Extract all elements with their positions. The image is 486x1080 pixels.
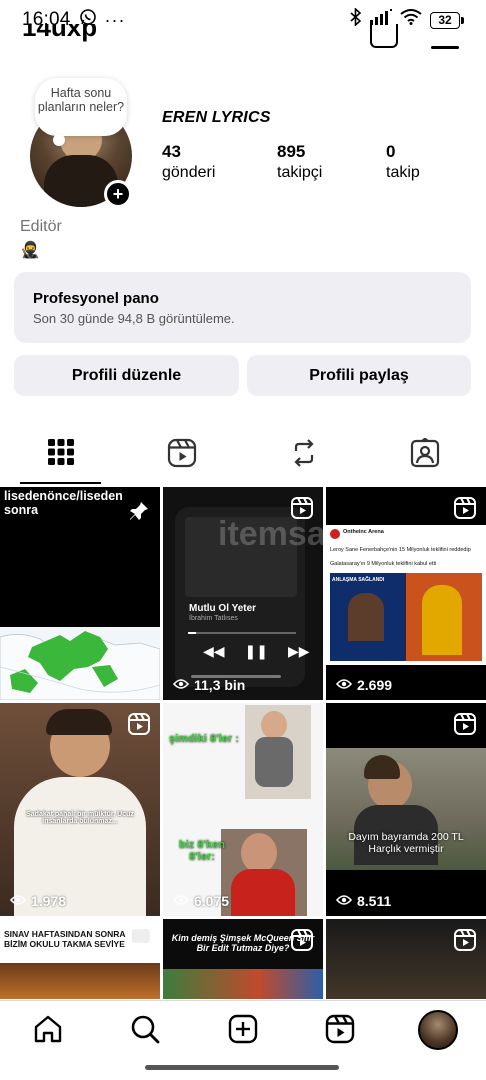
posts-grid: lisedenönce/liseden sonra Mutlu Ol Yeter… bbox=[0, 487, 486, 999]
add-story-icon[interactable]: + bbox=[104, 180, 132, 208]
repost-icon bbox=[132, 929, 150, 943]
create-post-icon[interactable] bbox=[370, 24, 398, 48]
nav-create[interactable] bbox=[225, 1013, 261, 1049]
tab-reposts[interactable] bbox=[243, 430, 364, 484]
nav-home[interactable] bbox=[30, 1013, 66, 1049]
reel-icon bbox=[291, 929, 313, 951]
post-2[interactable]: Mutlu Ol Yeter İbrahim Tatlıses ◀◀ ❚❚ ▶▶… bbox=[163, 487, 323, 700]
post-8[interactable]: Kim demiş Şimşek McQueen Sıfır Bir Edit … bbox=[163, 919, 323, 999]
watermark: itemsa bbox=[218, 515, 323, 553]
profile-tabs bbox=[0, 430, 486, 486]
post-3-views-count: 2.699 bbox=[357, 677, 393, 693]
stat-following-value: 0 bbox=[386, 142, 396, 161]
post-7-caption: SINAV HAFTASINDAN SONRA BİZİM OKULU TAKM… bbox=[4, 929, 126, 949]
profile-category: Editör bbox=[20, 218, 62, 235]
stat-followers[interactable]: 895 takipçi bbox=[277, 142, 322, 184]
pin-icon bbox=[128, 500, 150, 527]
views-eye-icon bbox=[172, 677, 190, 693]
display-name: EREN LYRICS bbox=[162, 109, 271, 126]
stat-following-label: takip bbox=[386, 164, 420, 181]
note-bubble[interactable]: Hafta sonu planların neler? bbox=[35, 78, 127, 146]
post-5-caption-top: şimdiki 8'ler : bbox=[169, 733, 239, 745]
search-icon bbox=[130, 1014, 160, 1049]
post-7[interactable]: SINAV HAFTASINDAN SONRA BİZİM OKULU TAKM… bbox=[0, 919, 160, 999]
forward-icon: ▶▶ bbox=[288, 643, 310, 659]
post-1-map bbox=[0, 627, 160, 700]
post-1[interactable]: lisedenönce/liseden sonra bbox=[0, 487, 160, 700]
post-2-views-count: 11,3 bin bbox=[194, 677, 246, 693]
reels-icon bbox=[167, 438, 197, 473]
stat-following[interactable]: 0 takip bbox=[386, 142, 420, 184]
post-2-artist: İbrahim Tatlıses bbox=[189, 615, 238, 622]
post-5[interactable]: şimdiki 8'ler : biz 8'ken 8'ler: 6.075 bbox=[163, 703, 323, 916]
bio-emoji: 🥷 bbox=[20, 242, 40, 259]
active-tab-indicator bbox=[20, 482, 101, 484]
profile-header: 14uxp bbox=[0, 24, 486, 54]
post-6-views: 8.511 bbox=[335, 893, 392, 909]
post-2-views: 11,3 bin bbox=[172, 677, 246, 693]
nav-reels[interactable] bbox=[322, 1013, 358, 1049]
menu-icon[interactable] bbox=[431, 46, 459, 49]
professional-dashboard-title: Profesyonel pano bbox=[33, 290, 159, 307]
reposts-icon bbox=[289, 438, 319, 473]
reel-icon bbox=[454, 497, 476, 519]
post-4[interactable]: Sadakat pahalı bir mülktür, Ucuz insanla… bbox=[0, 703, 160, 916]
post-3-headline1: Leroy Sane Fenerbahçe'nin 15 Milyonluk t… bbox=[330, 547, 471, 553]
tab-reels[interactable] bbox=[121, 430, 242, 484]
create-icon bbox=[228, 1014, 258, 1049]
post-4-views-count: 1.978 bbox=[31, 893, 67, 909]
stat-posts[interactable]: 43 gönderi bbox=[162, 142, 215, 184]
pause-icon: ❚❚ bbox=[244, 643, 269, 659]
post-5-views-count: 6.075 bbox=[194, 893, 230, 909]
views-eye-icon bbox=[9, 893, 27, 909]
post-2-song: Mutlu Ol Yeter bbox=[189, 603, 257, 614]
post-4-caption: Sadakat pahalı bir mülktür, Ucuz insanla… bbox=[26, 811, 134, 825]
post-5-views: 6.075 bbox=[172, 893, 230, 909]
grid-icon bbox=[47, 438, 75, 471]
bottom-navigation bbox=[0, 1000, 486, 1080]
post-6-caption: Dayım bayramda 200 TL Harçlık vermiştir bbox=[348, 831, 464, 855]
reel-icon bbox=[454, 929, 476, 951]
profile-avatar-icon bbox=[418, 1010, 458, 1050]
post-9[interactable] bbox=[326, 919, 486, 999]
views-eye-icon bbox=[335, 893, 353, 909]
stat-posts-label: gönderi bbox=[162, 164, 216, 181]
tagged-icon bbox=[410, 437, 440, 473]
home-indicator[interactable] bbox=[145, 1065, 339, 1070]
reel-icon bbox=[454, 713, 476, 735]
views-eye-icon bbox=[172, 893, 190, 909]
post-3-views: 2.699 bbox=[335, 677, 393, 693]
nav-profile[interactable] bbox=[418, 1010, 458, 1050]
professional-dashboard-subtitle: Son 30 günde 94,8 B görüntüleme. bbox=[33, 311, 235, 326]
stat-followers-value: 895 bbox=[277, 142, 306, 161]
share-profile-button[interactable]: Profili paylaş bbox=[247, 355, 471, 396]
player-controls: ◀◀ ❚❚ ▶▶ bbox=[203, 643, 310, 660]
home-icon bbox=[33, 1014, 63, 1049]
post-3[interactable]: Ontheinc Arena Leroy Sane Fenerbahçe'nin… bbox=[326, 487, 486, 700]
reel-icon bbox=[128, 713, 150, 735]
tab-tagged[interactable] bbox=[364, 430, 485, 484]
post-3-headline2: Galatasaray'ın 9 Milyonluk teklifini kab… bbox=[330, 561, 437, 567]
post-6-views-count: 8.511 bbox=[357, 893, 392, 909]
post-4-views: 1.978 bbox=[9, 893, 67, 909]
professional-dashboard[interactable]: Profesyonel pano Son 30 günde 94,8 B gör… bbox=[14, 272, 471, 343]
post-3-badge: ANLAŞMA SAĞLANDI bbox=[332, 577, 385, 583]
post-5-caption-bottom: biz 8'ken 8'ler: bbox=[178, 839, 226, 863]
username-switcher[interactable]: 14uxp bbox=[22, 24, 97, 43]
reels-icon bbox=[325, 1014, 355, 1049]
stat-posts-value: 43 bbox=[162, 142, 181, 161]
nav-search[interactable] bbox=[127, 1013, 163, 1049]
post-3-source: Ontheinc Arena bbox=[343, 529, 384, 535]
edit-profile-button[interactable]: Profili düzenle bbox=[14, 355, 239, 396]
views-eye-icon bbox=[335, 677, 353, 693]
post-6[interactable]: Dayım bayramda 200 TL Harçlık vermiştir … bbox=[326, 703, 486, 916]
stat-followers-label: takipçi bbox=[277, 164, 323, 181]
tab-posts[interactable] bbox=[0, 430, 121, 484]
rewind-icon: ◀◀ bbox=[203, 643, 225, 659]
reel-icon bbox=[291, 497, 313, 519]
